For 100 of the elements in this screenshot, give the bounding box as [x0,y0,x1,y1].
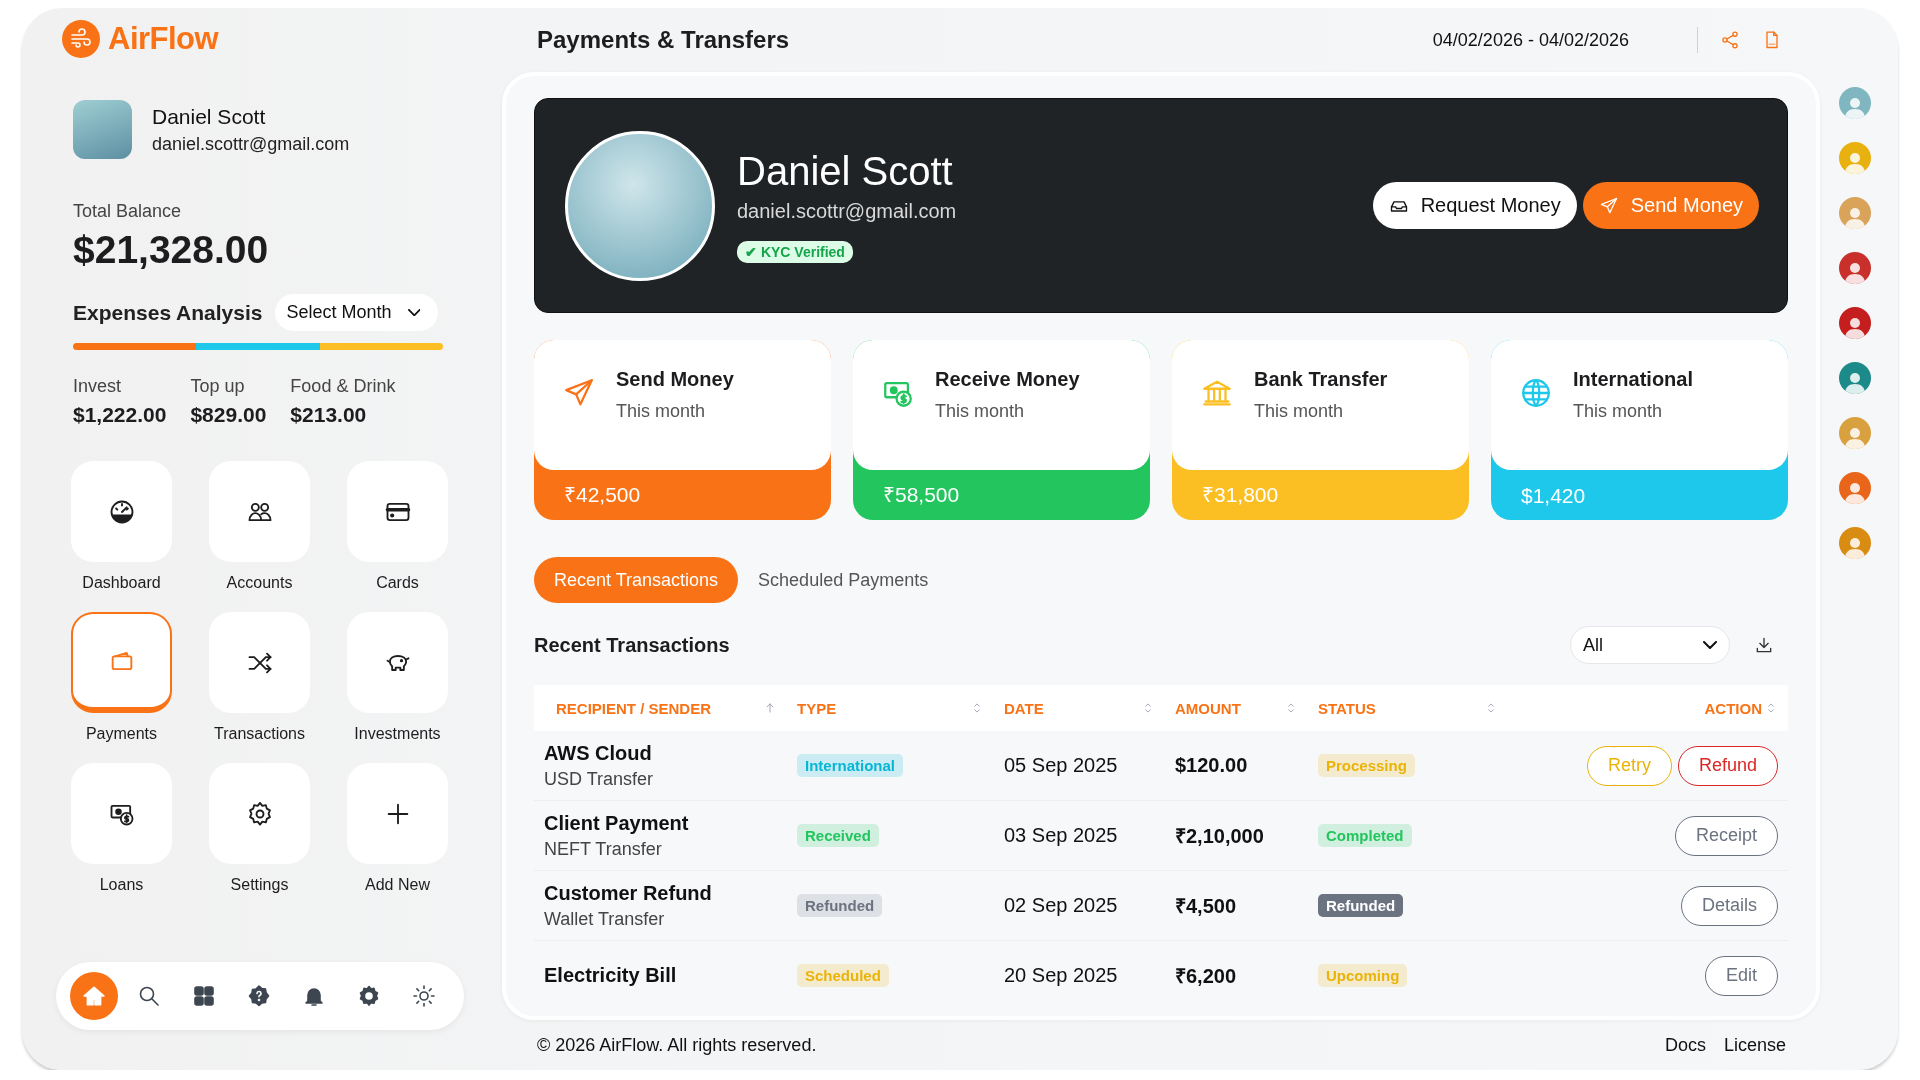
transfer-method: NEFT Transfer [544,838,663,860]
column-header[interactable]: ACTION [1518,699,1778,717]
footer-link[interactable]: Docs [1664,1034,1706,1056]
nav-tile[interactable] [71,763,172,864]
photo-placeholder [73,100,132,159]
category-amount: $213.00 [290,403,368,427]
profile-name: Daniel Scott [737,148,953,194]
section-title: Expenses Analysis [73,300,263,325]
month-select[interactable]: Select Month [274,294,439,331]
nav-label: Settings [230,876,289,894]
nav-label: Cards [376,574,419,592]
action-button[interactable]: Edit [1704,955,1778,996]
footer-link[interactable]: License [1723,1034,1786,1056]
avatar[interactable] [1839,307,1871,339]
column-header[interactable]: DATE [1004,699,1175,717]
wind-icon [69,27,93,51]
column-header[interactable]: STATUS [1318,699,1518,717]
nav-tile[interactable] [71,461,172,562]
stat-title: Receive Money [935,368,1080,391]
user-email: daniel.scottr@gmail.com [152,133,350,155]
type-tag: Received [797,824,879,847]
status-tag: Completed [1318,824,1412,847]
nav-tile[interactable] [209,763,310,864]
send-icon [1598,195,1619,216]
category-label: Invest [73,376,123,397]
transfer-method: USD Transfer [544,768,655,790]
recipient-name: Electricity Bill [544,964,678,987]
nav-label: Payments [85,725,158,743]
nav-tile[interactable] [347,612,448,713]
search-icon [137,984,161,1008]
column-header[interactable]: RECIPIENT / SENDER [556,699,797,717]
send-button[interactable]: Send Money [1582,182,1759,229]
avatar[interactable] [1839,472,1871,504]
nav-tile[interactable] [209,461,310,562]
avatar[interactable] [1839,527,1871,559]
nav-label: Add New [365,876,430,894]
nav-label: Dashboard [82,574,161,592]
status-tag: Refunded [1318,894,1404,917]
stat-title: International [1573,368,1693,391]
recipient-name: Client Payment [544,811,690,835]
category-label: Top up [190,376,246,397]
status-tag: Upcoming [1318,964,1408,987]
date-cell-text: 05 Sep 2025 [1004,754,1119,777]
globe-icon [1519,376,1553,410]
amount-cell-text: ₹4,500 [1175,894,1238,919]
stat-title: Send Money [616,368,734,391]
stat-amount: ₹31,800 [1201,482,1280,508]
help-icon [247,984,271,1008]
tab[interactable]: Scheduled Payments [758,557,929,603]
filter-select[interactable]: All [1570,626,1730,664]
section-title: Recent Transactions [534,633,730,657]
stat-title: Bank Transfer [1254,368,1388,391]
column-header[interactable]: TYPE [797,699,1004,717]
profile-email: daniel.scottr@gmail.com [737,199,957,223]
type-tag: Scheduled [797,964,889,987]
nav-label: Transactions [214,725,305,743]
action-button[interactable]: Refund [1677,745,1778,786]
date-cell-text: 02 Sep 2025 [1004,894,1119,917]
date-range: 04/02/2026 - 04/02/2026 [1432,29,1629,51]
verified-badge: ✔ KYC Verified [737,240,853,263]
chevron-icon [1703,641,1717,649]
sun-icon [412,984,436,1008]
stat-amount: $1,420 [1520,483,1587,509]
stat-amount: ₹58,500 [882,482,961,508]
share-icon [1720,30,1740,50]
balance-amount: $21,328.00 [73,228,270,272]
stat-subtitle: This month [616,401,707,422]
column-header[interactable]: AMOUNT [1175,699,1318,717]
status-tag: Processing [1318,754,1415,777]
nav-tile[interactable] [209,612,310,713]
nav-tile[interactable] [71,612,172,713]
avatar[interactable] [1839,362,1871,394]
amount-cell-text: ₹2,10,000 [1175,824,1265,849]
category-label: Food & Drink [290,376,396,397]
user-name: Daniel Scott [152,104,267,129]
date-cell-text: 20 Sep 2025 [1004,964,1119,987]
amount-cell-text: ₹6,200 [1175,964,1238,989]
chevron-icon [407,308,421,317]
category-amount: $829.00 [190,403,267,427]
grid-icon [192,984,216,1008]
stat-subtitle: This month [1573,401,1664,422]
tab[interactable]: Recent Transactions [534,557,739,603]
stat-amount: ₹42,500 [563,482,642,508]
avatar[interactable] [1839,252,1871,284]
type-tag: International [797,754,903,777]
recipient-name: Customer Refund [544,881,713,905]
nav-tile[interactable] [347,763,448,864]
action-button[interactable]: Details [1680,885,1778,926]
stat-subtitle: This month [1254,401,1345,422]
recipient-name: AWS Cloud [544,741,653,765]
nav-tile[interactable] [347,461,448,562]
balance-label: Total Balance [73,201,183,222]
category-amount: $1,222.00 [73,403,167,427]
type-tag: Refunded [797,894,883,917]
download-icon [1754,635,1774,655]
nav-label: Loans [99,876,144,894]
action-button[interactable]: Receipt [1674,815,1778,856]
settings-icon [357,984,381,1008]
request-button[interactable]: Request Money [1372,182,1577,229]
transfer-method: Wallet Transfer [544,908,666,930]
